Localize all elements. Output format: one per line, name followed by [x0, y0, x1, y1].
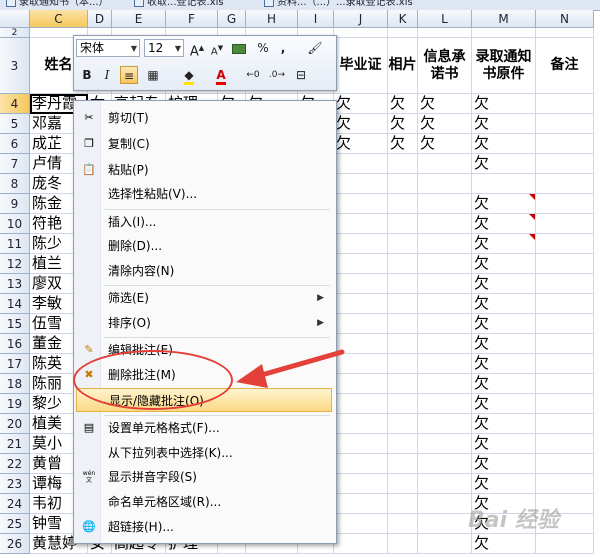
baidu-watermark: Bai 经验	[468, 508, 559, 533]
annotation-arrow-icon	[236, 349, 345, 388]
